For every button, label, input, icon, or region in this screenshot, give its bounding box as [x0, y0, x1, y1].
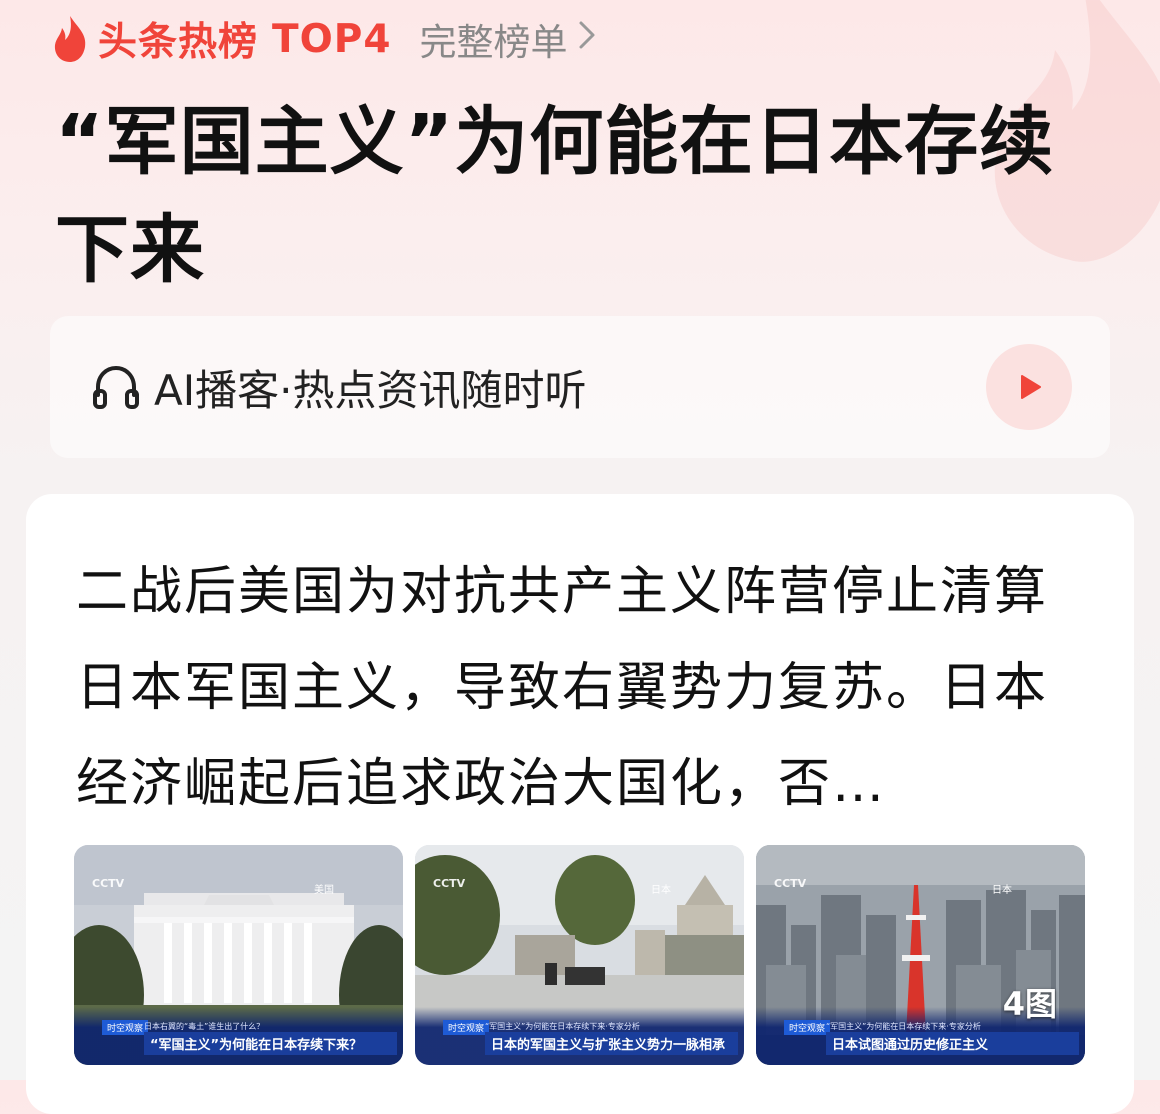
podcast-label: AI播客·热点资讯随时听 [154, 365, 587, 415]
image-gallery: CCTV 美国 时空观察 日本右翼的“毒土”谁生出了什么？ “军国主义”为何能在… [74, 845, 1085, 1065]
channel-logo: CCTV [92, 877, 125, 890]
article-title[interactable]: “军国主义”为何能在日本存续下来 [55, 88, 1115, 304]
full-list-label: 完整榜单 [419, 21, 568, 64]
news-image-3[interactable]: CCTV 日本 时空观察 “军国主义”为何能在日本存续下来·专家分析 日本试图通… [756, 845, 1085, 1065]
location-tag: 日本 [992, 885, 1012, 896]
location-tag: 日本 [651, 885, 671, 896]
flame-icon [54, 16, 86, 62]
hot-list-header: 头条热榜 TOP4 完整榜单 [50, 8, 596, 70]
channel-logo: CCTV [774, 877, 807, 890]
headphone-icon [93, 365, 139, 409]
rank-badge: TOP4 [272, 16, 392, 62]
channel-logo: CCTV [433, 877, 466, 890]
full-list-link[interactable]: 完整榜单 [420, 12, 596, 66]
chevron-right-icon [578, 19, 596, 59]
hot-list-brand: 头条热榜 [98, 20, 259, 65]
play-button[interactable] [986, 344, 1072, 430]
article-card[interactable]: 二战后美国为对抗共产主义阵营停止清算日本军国主义，导致右翼势力复苏。日本经济崛起… [26, 494, 1134, 1114]
location-tag: 美国 [314, 885, 334, 896]
play-icon [1021, 375, 1041, 399]
news-image-2[interactable]: CCTV 日本 时空观察 “军国主义”为何能在日本存续下来·专家分析 日本的军国… [415, 845, 744, 1065]
caption-title: “军国主义”为何能在日本存续下来？ [144, 1032, 397, 1055]
caption-title: 日本试图通过历史修正主义 [826, 1032, 1079, 1055]
image-count-badge: 4图 [1002, 985, 1057, 1023]
news-image-1[interactable]: CCTV 美国 时空观察 日本右翼的“毒土”谁生出了什么？ “军国主义”为何能在… [74, 845, 403, 1065]
caption-subtitle: 日本右翼的“毒土”谁生出了什么？ [144, 1022, 265, 1031]
ai-podcast-bar[interactable]: AI播客·热点资讯随时听 [50, 316, 1110, 458]
program-tag: 时空观察 [102, 1020, 149, 1035]
program-tag: 时空观察 [443, 1020, 490, 1035]
caption-subtitle: “军国主义”为何能在日本存续下来·专家分析 [485, 1022, 640, 1031]
caption-title: 日本的军国主义与扩张主义势力一脉相承 [485, 1032, 738, 1055]
program-tag: 时空观察 [784, 1020, 831, 1035]
article-summary: 二战后美国为对抗共产主义阵营停止清算日本军国主义，导致右翼势力复苏。日本经济崛起… [76, 562, 1049, 814]
